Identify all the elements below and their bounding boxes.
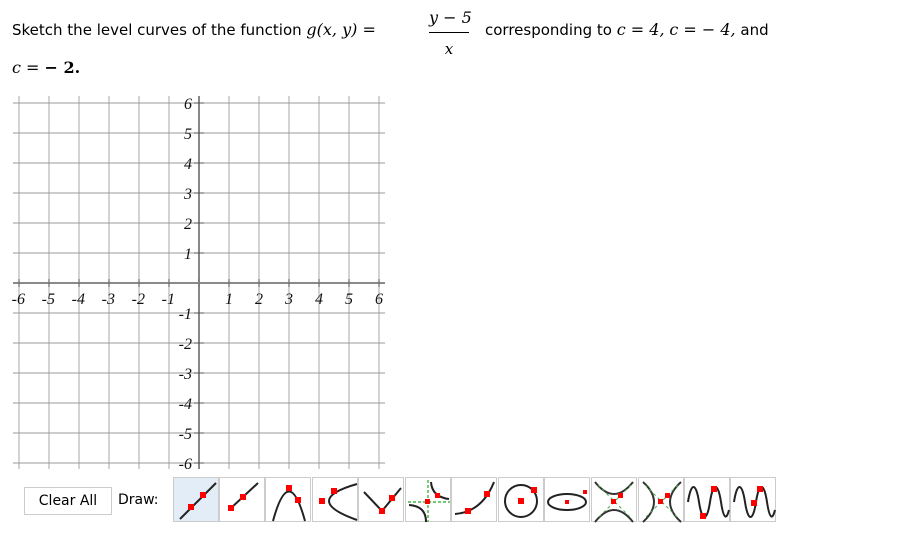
x-tick-label: 3 xyxy=(284,291,293,308)
fraction-denominator: x xyxy=(444,40,454,58)
fraction-bar xyxy=(429,32,469,33)
x-tick-label: 6 xyxy=(375,291,383,308)
circle-icon xyxy=(504,484,538,518)
y-tick-label: -6 xyxy=(179,456,192,470)
y-tick-label: -3 xyxy=(179,366,192,383)
absolute-value-icon xyxy=(363,487,402,514)
problem-line-2: c = − 2. xyxy=(12,58,80,78)
x-tick-label: -1 xyxy=(162,291,175,308)
y-tick-label: -2 xyxy=(179,336,192,353)
x-tick-label: 1 xyxy=(225,291,233,308)
x-tick-label: 2 xyxy=(255,291,263,308)
line-tool-button[interactable] xyxy=(173,477,219,522)
rational-tool-button[interactable] xyxy=(405,477,451,523)
y-tick-label: 2 xyxy=(184,216,192,233)
exponential-icon xyxy=(454,481,495,515)
parabola-horizontal-icon xyxy=(319,483,358,521)
x-tick-label: -3 xyxy=(102,291,115,308)
fraction-numerator: y − 5 xyxy=(429,8,472,27)
problem-line-1: Sketch the level curves of the function … xyxy=(12,20,376,40)
problem-text-and: and xyxy=(735,21,769,39)
x-tick-label: -4 xyxy=(72,291,85,308)
ellipse-icon xyxy=(547,490,587,511)
level-c3-value: − 2. xyxy=(44,58,81,77)
hyperbola-vertical-tool-button[interactable] xyxy=(591,477,637,523)
circle-tool-button[interactable] xyxy=(498,477,544,522)
rational-icon xyxy=(408,480,450,523)
hyperbola-vertical-icon xyxy=(594,481,634,523)
y-tick-label: -4 xyxy=(179,396,192,413)
y-tick-label: 4 xyxy=(184,156,192,173)
y-tick-label: 6 xyxy=(184,96,192,113)
level-c1: c = 4, xyxy=(616,20,665,39)
level-c2: c = − 4, xyxy=(669,20,736,39)
function-lhs: g(x, y) = xyxy=(306,20,376,39)
y-tick-label: 5 xyxy=(184,126,192,143)
draw-label: Draw: xyxy=(118,492,159,508)
x-tick-label: -5 xyxy=(42,291,55,308)
y-tick-label: -5 xyxy=(179,426,192,443)
sine-icon xyxy=(687,486,730,519)
sine-tool-button[interactable] xyxy=(684,477,730,522)
level-c3-label: c = xyxy=(12,58,45,77)
exponential-tool-button[interactable] xyxy=(451,477,497,522)
problem-line-1-rest: corresponding to c = 4, c = − 4, and xyxy=(485,20,769,40)
problem-text-after: corresponding to xyxy=(485,21,617,39)
hyperbola-horizontal-tool-button[interactable] xyxy=(638,477,684,523)
problem-text-before: Sketch the level curves of the function xyxy=(12,21,307,39)
x-tick-label: -2 xyxy=(132,291,145,308)
cosine-icon xyxy=(733,486,776,518)
clear-all-button[interactable]: Clear All xyxy=(24,487,112,515)
x-tick-label: 5 xyxy=(345,291,353,308)
ellipse-tool-button[interactable] xyxy=(544,477,590,522)
parabola-horizontal-tool-button[interactable] xyxy=(312,477,358,522)
x-tick-label: 4 xyxy=(315,291,323,308)
ray-tool-button[interactable] xyxy=(219,477,265,522)
parabola-vertical-tool-button[interactable] xyxy=(265,477,311,522)
graph-canvas[interactable]: -6 -5 -4 -3 -2 -1 1 2 3 4 5 6 1 2 3 4 5 6 -1 -2 -3 -4 -5 -6 xyxy=(0,90,400,470)
x-tick-label: -6 xyxy=(12,291,25,308)
cosine-tool-button[interactable] xyxy=(730,477,776,522)
hyperbola-horizontal-icon xyxy=(642,481,682,523)
parabola-vertical-icon xyxy=(272,485,306,522)
y-tick-label: -1 xyxy=(179,306,192,323)
y-tick-label: 3 xyxy=(183,186,192,203)
line-icon xyxy=(179,482,217,520)
absolute-value-tool-button[interactable] xyxy=(358,477,404,522)
y-tick-label: 1 xyxy=(184,246,192,263)
ray-icon xyxy=(228,482,259,511)
